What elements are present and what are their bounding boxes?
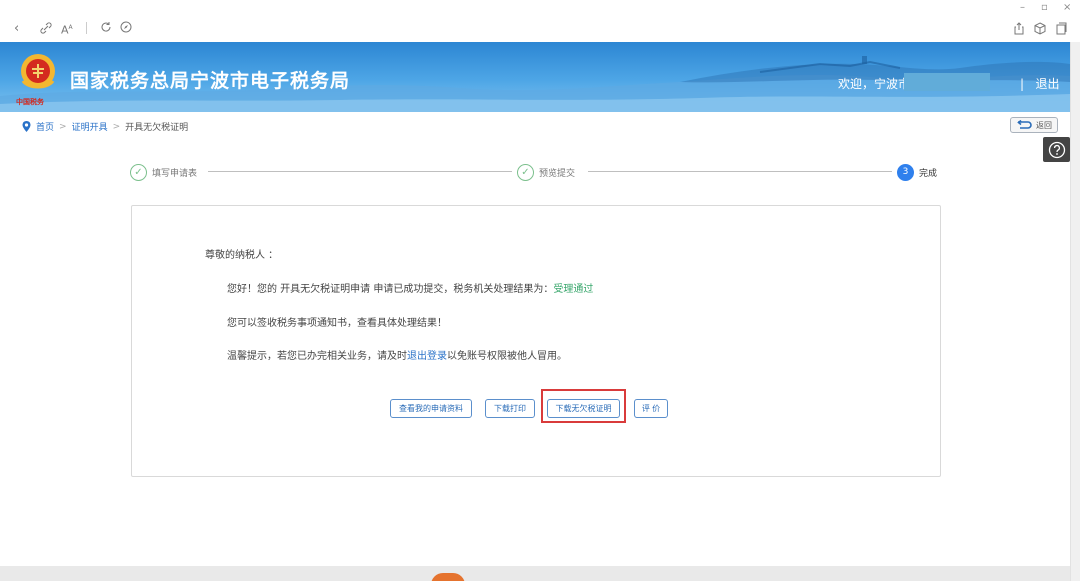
step-complete: 3 完成 bbox=[897, 162, 937, 182]
notice: 您可以签收税务事项通知书，查看具体处理结果！ bbox=[227, 318, 447, 329]
step-number-badge: 3 bbox=[897, 163, 914, 181]
footer-badge bbox=[431, 573, 465, 581]
read-aloud-icon[interactable]: AA bbox=[61, 21, 73, 38]
breadcrumb: 首页 > 证明开具 > 开具无欠税证明 bbox=[22, 120, 188, 133]
return-arrow-icon bbox=[1017, 120, 1032, 129]
view-application-button[interactable]: 查看我的申请资料 bbox=[390, 399, 472, 418]
close-icon[interactable]: × bbox=[1063, 2, 1071, 13]
breadcrumb-separator: > bbox=[59, 121, 67, 132]
share-icon[interactable] bbox=[1013, 22, 1025, 39]
question-icon bbox=[1048, 141, 1065, 158]
link-icon[interactable] bbox=[40, 22, 52, 38]
back-icon[interactable]: ‹ bbox=[14, 22, 19, 36]
help-button[interactable] bbox=[1043, 137, 1070, 162]
welcome-text: 欢迎，宁波市 bbox=[838, 77, 911, 91]
breadcrumb-current: 开具无欠税证明 bbox=[125, 123, 189, 133]
logout-divider: | bbox=[1020, 77, 1036, 91]
page-scrollbar[interactable] bbox=[1070, 42, 1080, 581]
logout-link[interactable]: | 退出 bbox=[1020, 75, 1060, 92]
redacted-username bbox=[904, 73, 990, 91]
logout-inline-link[interactable]: 退出登录 bbox=[407, 351, 447, 362]
reminder-suffix: 以免账号权限被他人冒用。 bbox=[447, 351, 567, 362]
toolbar-divider bbox=[86, 22, 87, 34]
location-pin-icon bbox=[22, 121, 31, 132]
status-accepted: 受理通过 bbox=[553, 284, 594, 295]
download-print-button[interactable]: 下载打印 bbox=[485, 399, 535, 418]
rate-button[interactable]: 评 价 bbox=[634, 399, 668, 418]
minimize-icon[interactable]: – bbox=[1020, 2, 1025, 13]
logout-label[interactable]: 退出 bbox=[1036, 77, 1060, 91]
emblem-caption: 中国税务 bbox=[16, 98, 44, 106]
breadcrumb-home[interactable]: 首页 bbox=[36, 120, 54, 133]
step-label: 填写申请表 bbox=[152, 168, 198, 179]
check-icon: ✓ bbox=[130, 163, 147, 181]
site-title: 国家税务总局宁波市电子税务局 bbox=[70, 70, 351, 92]
step-connector bbox=[588, 171, 892, 172]
notice-text: 您可以签收税务事项通知书，查看具体处理结果！ bbox=[227, 314, 447, 329]
page-footer bbox=[0, 566, 1070, 581]
browser-toolbar: ‹ AA – ▫ × bbox=[0, 0, 1080, 42]
greeting-text: 尊敬的纳税人 ： bbox=[205, 246, 278, 261]
compass-icon[interactable] bbox=[120, 21, 132, 37]
check-icon: ✓ bbox=[517, 163, 534, 181]
back-button-label: 返回 bbox=[1036, 120, 1052, 130]
logout-reminder: 温馨提示，若您已办完相关业务，请及时退出登录以免账号权限被他人冒用。 bbox=[227, 347, 567, 362]
step-label: 完成 bbox=[919, 168, 938, 179]
submission-result: 您好！您的 开具无欠税证明申请 申请已成功提交，税务机关处理结果为：受理通过 bbox=[227, 280, 593, 295]
tax-emblem-icon bbox=[21, 54, 55, 89]
breadcrumb-section[interactable]: 证明开具 bbox=[72, 120, 108, 133]
step-label: 预览提交 bbox=[539, 168, 576, 179]
step-preview-submit: ✓ 预览提交 bbox=[517, 162, 575, 182]
site-banner: 中国税务 国家税务总局宁波市电子税务局 欢迎，宁波市 | 退出 bbox=[0, 42, 1070, 112]
highlight-box bbox=[541, 389, 626, 423]
restore-icon[interactable]: ▫ bbox=[1041, 2, 1048, 13]
step-fill-form: ✓ 填写申请表 bbox=[130, 162, 197, 182]
reminder-prefix: 温馨提示，若您已办完相关业务，请及时 bbox=[227, 351, 407, 362]
step-connector bbox=[208, 171, 512, 172]
greeting: 尊敬的纳税人 ： bbox=[205, 250, 279, 261]
refresh-icon[interactable] bbox=[100, 21, 112, 37]
collections-icon[interactable] bbox=[1055, 22, 1067, 39]
breadcrumb-separator: > bbox=[112, 121, 121, 132]
back-button[interactable]: 返回 bbox=[1010, 117, 1058, 133]
result-text: 您好！您的 开具无欠税证明申请 申请已成功提交，税务机关处理结果为： bbox=[227, 284, 554, 295]
extension-icon[interactable] bbox=[1034, 22, 1046, 39]
